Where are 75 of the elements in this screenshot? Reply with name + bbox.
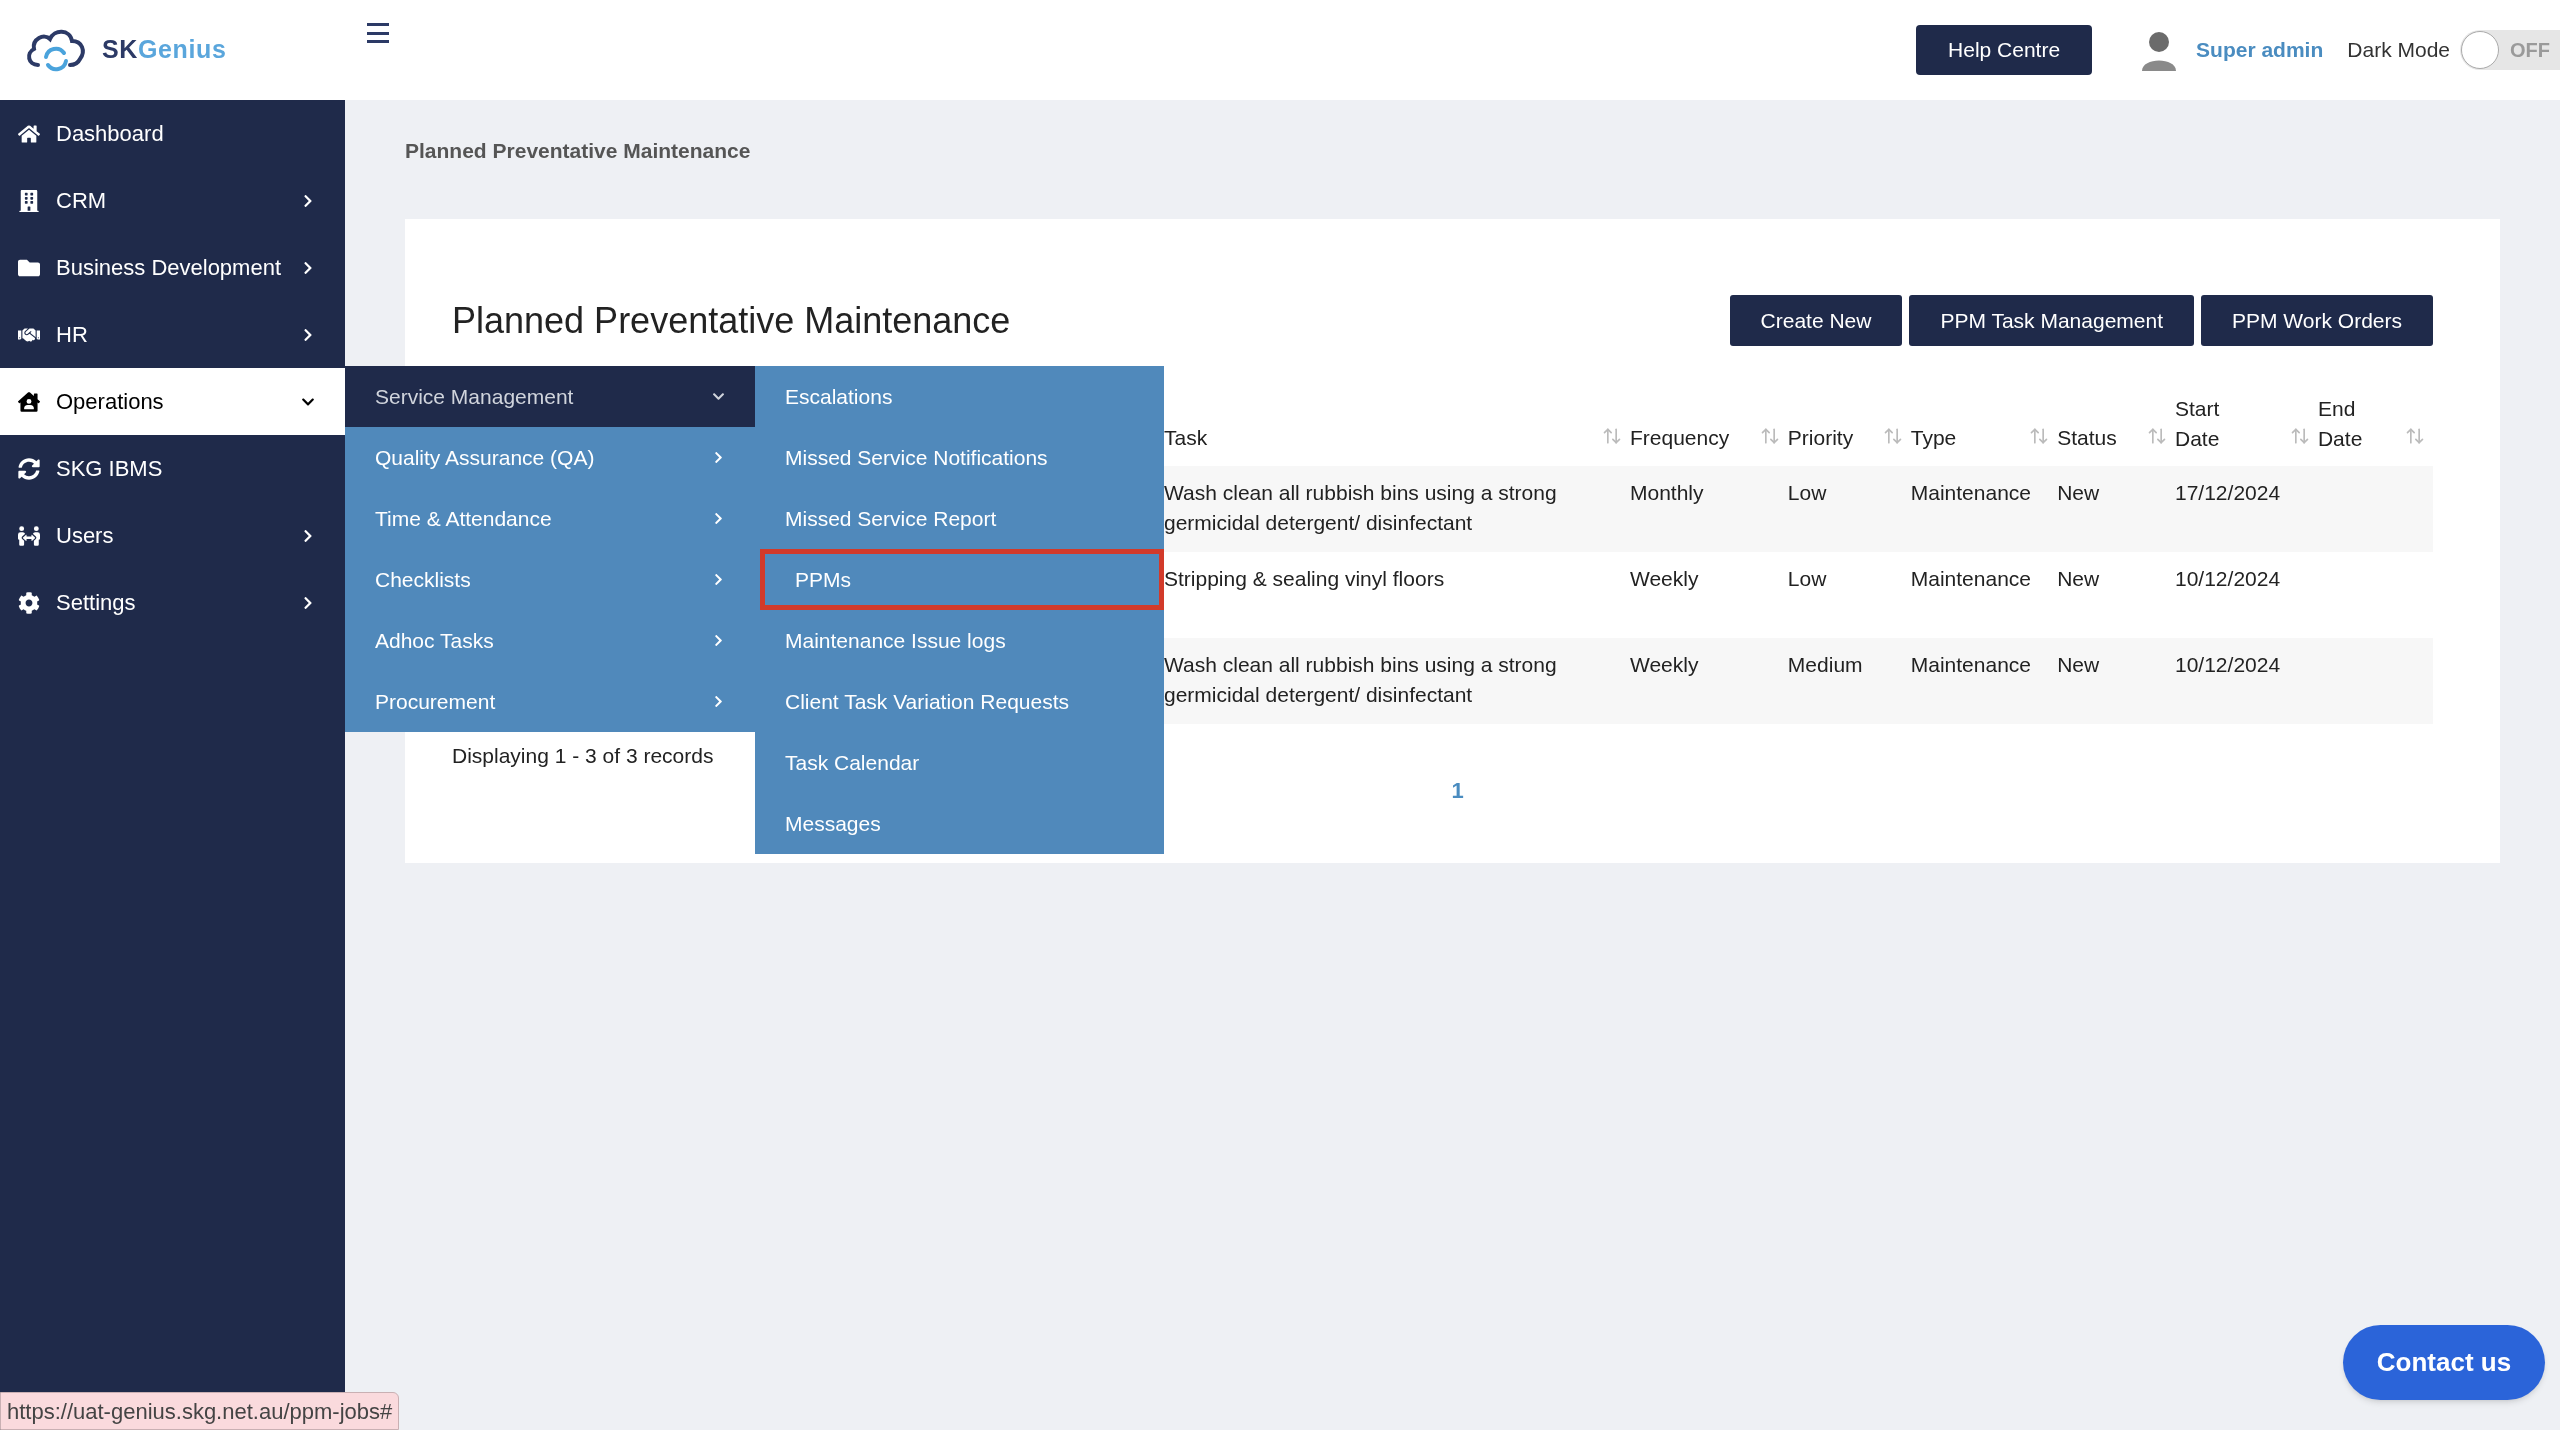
table-cell: Low [1787, 566, 1827, 590]
breadcrumb: Planned Preventative Maintenance [405, 138, 752, 164]
sidebar-item[interactable]: Users [0, 502, 345, 569]
table-cell: Low [1787, 480, 1827, 504]
submenu-item[interactable]: Missed Service Report [755, 488, 1164, 549]
chevron-right-icon [712, 451, 725, 464]
submenu-item[interactable]: Adhoc Tasks [345, 610, 755, 671]
table-cell: Wash clean all rubbish bins using a strong germicidal detergent/ disinfectant [1164, 480, 1557, 534]
action-button[interactable]: PPM Task Management [1909, 295, 2195, 346]
submenu-item[interactable]: Checklists [345, 549, 755, 610]
sidebar-item-icon [18, 457, 40, 480]
sidebar-item[interactable]: Settings [0, 569, 345, 636]
submenu-item[interactable]: Time & Attendance [345, 488, 755, 549]
table-cell: Maintenance [1910, 566, 2031, 590]
sidebar-item[interactable]: SKG IBMS [0, 435, 345, 502]
sidebar-item[interactable]: CRM [0, 167, 345, 234]
sidebar-item[interactable]: Business Development [0, 234, 345, 301]
sidebar-item-icon [18, 591, 40, 614]
submenu-item[interactable]: Escalations [755, 366, 1164, 427]
sidebar-item[interactable]: Operations [0, 368, 345, 435]
chevron-right-icon [712, 573, 725, 586]
submenu-item[interactable]: Messages [755, 793, 1164, 854]
submenu-item[interactable]: PPMs [760, 549, 1164, 610]
chevron-right-icon [712, 695, 725, 708]
help-centre-button[interactable]: Help Centre [1916, 25, 2093, 75]
submenu-item[interactable]: Missed Service Notifications [755, 427, 1164, 488]
column-header[interactable]: End Date [2317, 393, 2378, 454]
sidebar-item-icon [18, 189, 40, 212]
table-cell: New [2057, 566, 2100, 590]
dark-mode-label: Dark Mode [2347, 37, 2450, 64]
user-avatar-icon [2140, 29, 2179, 71]
table-cell: Wash clean all rubbish bins using a strong germicidal detergent/ disinfectant [1164, 652, 1557, 706]
table-cell: Maintenance [1910, 652, 2031, 676]
cloud-logo-icon [24, 27, 88, 73]
table-cell: Weekly [1630, 652, 1699, 676]
action-button[interactable]: PPM Work Orders [2201, 295, 2433, 346]
sidebar-item[interactable]: HR [0, 301, 345, 368]
column-header[interactable]: Frequency [1630, 422, 1730, 454]
table-cell: New [2057, 652, 2100, 676]
brand-name: SKGenius [102, 34, 227, 66]
menu-icon[interactable] [367, 23, 389, 43]
page-link[interactable]: 1 [1451, 773, 1464, 807]
column-header[interactable]: Type [1910, 422, 1957, 454]
sidebar-item-icon [18, 524, 40, 547]
column-header[interactable]: Status [2057, 422, 2117, 454]
submenu-item[interactable]: Quality Assurance (QA) [345, 427, 755, 488]
user-name-link[interactable]: Super admin [2196, 34, 2324, 66]
contact-us-button[interactable]: Contact us [2343, 1325, 2545, 1400]
action-button[interactable]: Create New [1729, 295, 1903, 346]
column-header[interactable]: Task [1164, 422, 1208, 454]
table-cell: 10/12/2024 [2175, 566, 2281, 590]
records-count: Displaying 1 - 3 of 3 records [452, 742, 714, 769]
column-header[interactable]: Start Date [2175, 393, 2235, 454]
table-cell: Monthly [1630, 480, 1704, 504]
chevron-right-icon [712, 512, 725, 525]
table-cell: Stripping & sealing vinyl floors [1164, 566, 1445, 590]
table-cell: New [2057, 480, 2100, 504]
sidebar-item-icon [18, 122, 40, 145]
sidebar-item[interactable]: Dashboard [0, 100, 345, 167]
submenu-item[interactable]: Maintenance Issue logs [755, 610, 1164, 671]
page-title: Planned Preventative Maintenance [452, 298, 1011, 343]
column-header[interactable]: Priority [1787, 422, 1854, 454]
submenu-item[interactable]: Procurement [345, 671, 755, 732]
chevron-down-icon [712, 390, 725, 403]
table-cell: 17/12/2024 [2175, 480, 2281, 504]
submenu-item[interactable]: Task Calendar [755, 732, 1164, 793]
status-url-bar: https://uat-genius.skg.net.au/ppm-jobs# [0, 1392, 400, 1430]
table-cell: 10/12/2024 [2175, 652, 2281, 676]
table-cell: Medium [1787, 652, 1863, 676]
chevron-right-icon [712, 634, 725, 647]
table-cell: Weekly [1630, 566, 1699, 590]
table-cell: Maintenance [1910, 480, 2031, 504]
submenu-item[interactable]: Service Management [345, 366, 755, 427]
submenu-item[interactable]: Client Task Variation Requests [755, 671, 1164, 732]
sidebar-item-icon [18, 390, 40, 413]
